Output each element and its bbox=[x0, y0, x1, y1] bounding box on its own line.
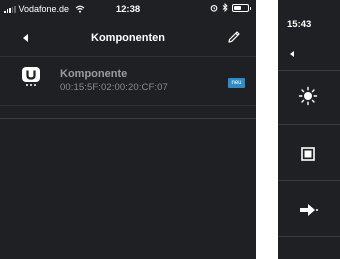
navigation-bar: Komponenten bbox=[0, 20, 256, 56]
component-list-item[interactable]: Komponente 00:15:5F:02:00:20:CF:07 neu bbox=[0, 56, 256, 106]
status-icons bbox=[210, 3, 251, 12]
back-chevron-icon[interactable] bbox=[290, 51, 294, 57]
list-item-arrow[interactable] bbox=[278, 186, 340, 232]
divider bbox=[278, 124, 340, 125]
divider bbox=[278, 180, 340, 181]
page-title: Komponenten bbox=[91, 32, 165, 44]
list-item-light[interactable] bbox=[278, 74, 340, 120]
stop-icon bbox=[301, 147, 315, 161]
arrow-right-icon bbox=[300, 204, 318, 216]
divider bbox=[278, 70, 340, 71]
komponenten-screen: Vodafone.de 12:38 Komponenten Komponente… bbox=[0, 0, 256, 259]
secondary-screen: 15:43 bbox=[278, 0, 340, 259]
bluetooth-icon bbox=[222, 3, 228, 12]
component-name: Komponente bbox=[60, 68, 128, 80]
divider bbox=[0, 118, 256, 119]
component-mac-address: 00:15:5F:02:00:20:CF:07 bbox=[60, 82, 168, 93]
pencil-icon[interactable] bbox=[226, 29, 242, 45]
battery-icon bbox=[232, 3, 251, 12]
list-item-stop[interactable] bbox=[278, 130, 340, 176]
divider bbox=[278, 236, 340, 237]
light-icon bbox=[298, 86, 318, 106]
new-badge: neu bbox=[228, 78, 245, 88]
status-time: 15:43 bbox=[287, 19, 312, 30]
status-bar: Vodafone.de 12:38 bbox=[0, 0, 256, 20]
u-device-icon bbox=[22, 67, 40, 86]
alarm-icon bbox=[210, 4, 218, 12]
